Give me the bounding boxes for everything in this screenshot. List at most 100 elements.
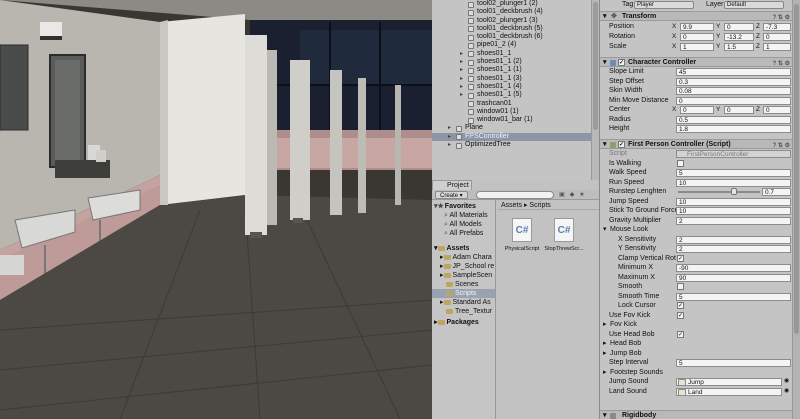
hierarchy-item[interactable]: window01 (1) [432,108,599,116]
center-y-field[interactable]: 0 [724,106,754,114]
hierarchy-item[interactable]: pipe01_2 (4) [432,41,599,49]
hierarchy-item[interactable]: ▸ shoes01_1 (2) [432,58,599,66]
packages-header[interactable]: ▸ Packages [434,318,479,327]
skin-width-field[interactable]: 0.08 [676,87,791,95]
favorites-header[interactable]: ▾★Favorites [434,202,476,211]
project-panel[interactable]: Project Create ▾ ▣ ◆ ★ ▾★Favorites ⌕ All… [432,180,600,419]
fov-kick-foldout[interactable]: ▸ Fov Kick [600,320,792,330]
position-x-field[interactable]: 9.9 [680,23,714,31]
center-z-field[interactable]: 0 [763,106,791,114]
mouse-look-foldout[interactable]: ▾ Mouse Look [600,225,792,235]
expand-arrow-icon[interactable]: ▸ [460,91,463,99]
hierarchy-item[interactable]: tool02_plunger1 (2) [432,0,599,8]
enable-checkbox[interactable]: ✓ [618,59,625,66]
jump-bob-foldout[interactable]: ▸ Jump Bob [600,349,792,359]
tag-dropdown[interactable]: Player [634,1,694,9]
height-field[interactable]: 1.8 [676,125,791,133]
clamp-vertical-checkbox[interactable]: ✓ [677,254,684,262]
transform-header[interactable]: ▾ ✥ Transform ? ⇅ ⚙ [600,11,792,21]
step-interval-field[interactable]: 5 [676,359,791,367]
enable-checkbox[interactable]: ✓ [618,141,625,148]
radius-field[interactable]: 0.5 [676,115,791,124]
is-walking-checkbox[interactable] [677,159,684,167]
center-x-field[interactable]: 0 [680,106,714,114]
hierarchy-item[interactable]: trashcan01 [432,100,599,108]
hierarchy-item[interactable]: tool01_deckbrush (6) [432,33,599,41]
asset-folder[interactable]: Tree_Textur [446,307,492,316]
inspector-scroll-thumb[interactable] [794,4,799,334]
asset-folder[interactable]: ▸ Adam Chara [440,253,492,262]
jump-sound-field[interactable]: Jump [676,378,782,386]
hierarchy-item[interactable]: tool02_plunger1 (3) [432,17,599,25]
scale-z-field[interactable]: 1 [763,43,791,51]
hierarchy-item[interactable]: ▸ FPSController [432,132,599,142]
expand-arrow-icon[interactable]: ▸ [460,66,463,74]
smooth-time-field[interactable]: 5 [676,292,791,301]
script-asset[interactable]: C# PhysicalScript [502,218,542,252]
land-sound-field[interactable]: Land [676,387,782,396]
asset-folder[interactable]: ▸ JP_School re [440,262,494,271]
object-picker-icon[interactable]: ◉ [784,377,789,387]
object-picker-icon[interactable]: ◉ [784,387,789,397]
favorite-item[interactable]: ⌕ All Models [444,220,482,229]
scale-y-field[interactable]: 1.5 [724,43,754,51]
expand-arrow-icon[interactable]: ▸ [448,124,451,132]
rigidbody-header[interactable]: ▾ Rigidbody [600,410,792,419]
runstep-lenghten-field[interactable]: 0.7 [762,188,791,196]
maximum-x-field[interactable]: 90 [676,273,791,282]
y-sensitivity-field[interactable]: 2 [676,245,791,253]
runstep-slider-track[interactable] [678,191,760,193]
hierarchy-item[interactable]: ▸ shoes01_1 (1) [432,66,599,74]
hierarchy-scrollbar[interactable] [591,0,599,180]
slope-limit-field[interactable]: 45 [676,68,791,76]
hierarchy-item[interactable]: ▸ shoes01_1 [432,50,599,58]
head-bob-foldout[interactable]: ▸ Head Bob [600,339,792,349]
favorite-item[interactable]: ⌕ All Materials [444,211,488,220]
character-controller-header[interactable]: ▾ ✓ Character Controller ? ⇅ ⚙ [600,57,792,67]
favorite-star-icon[interactable]: ★ [578,191,586,199]
x-sensitivity-field[interactable]: 2 [676,235,791,244]
expand-arrow-icon[interactable]: ▸ [460,75,463,83]
assets-header[interactable]: ▾ Assets [434,244,469,253]
layer-dropdown[interactable]: Default [724,1,784,9]
create-button[interactable]: Create ▾ [435,191,468,199]
gravity-multiplier-field[interactable]: 2 [676,216,791,225]
use-fov-kick-checkbox[interactable]: ✓ [677,311,684,319]
rotation-x-field[interactable]: 0 [680,33,714,41]
stick-to-ground-field[interactable]: 10 [676,207,791,215]
asset-folder[interactable]: ▸ SampleScen [440,271,492,280]
lock-cursor-checkbox[interactable]: ✓ [677,302,684,309]
expand-arrow-icon[interactable]: ▸ [460,50,463,58]
jump-speed-field[interactable]: 10 [676,197,791,206]
walk-speed-field[interactable]: 5 [676,169,791,177]
hierarchy-item[interactable]: window01_bar (1) [432,116,599,124]
asset-folder-selected[interactable]: Scripts [432,289,495,298]
inspector-scrollbar[interactable] [792,0,800,419]
hierarchy-item[interactable]: tool01_deckbrush (4) [432,8,599,16]
use-head-bob-checkbox[interactable]: ✓ [677,330,684,338]
fps-controller-header[interactable]: ▾ ✓ First Person Controller (Script) ? ⇅… [600,139,792,149]
filter-type-icon[interactable]: ▣ [558,191,566,199]
hierarchy-scroll-thumb[interactable] [593,2,598,130]
game-view[interactable] [0,0,432,419]
expand-arrow-icon[interactable]: ▸ [448,141,451,149]
filter-label-icon[interactable]: ◆ [568,191,576,199]
footstep-sounds-foldout[interactable]: ▸ Footstep Sounds [600,368,792,378]
rotation-y-field[interactable]: -13.2 [724,33,754,41]
minimum-x-field[interactable]: -90 [676,264,791,272]
hierarchy-item[interactable]: ▸ Plane [432,124,599,132]
hierarchy-item[interactable]: ▸ OptimizedTree [432,141,599,149]
expand-arrow-icon[interactable]: ▸ [448,133,451,141]
position-z-field[interactable]: -7.3 [763,23,791,31]
smooth-checkbox[interactable] [677,283,684,290]
rotation-z-field[interactable]: 0 [763,33,791,41]
inspector-panel[interactable]: Tag Player Layer Default ▾ ✥ Transform ?… [600,0,800,419]
expand-arrow-icon[interactable]: ▸ [460,83,463,91]
hierarchy-panel[interactable]: tool02_plunger1 (2) tool01_deckbrush (4) t… [432,0,600,180]
script-field[interactable]: FirstPersonController [676,150,791,158]
scale-x-field[interactable]: 1 [680,43,714,51]
hierarchy-item[interactable]: tool01_deckbrush (5) [432,25,599,33]
tab-project[interactable]: Project [432,180,472,190]
breadcrumb[interactable]: Assets ▸ Scripts [498,201,599,210]
hierarchy-item[interactable]: ▸ shoes01_1 (3) [432,75,599,83]
